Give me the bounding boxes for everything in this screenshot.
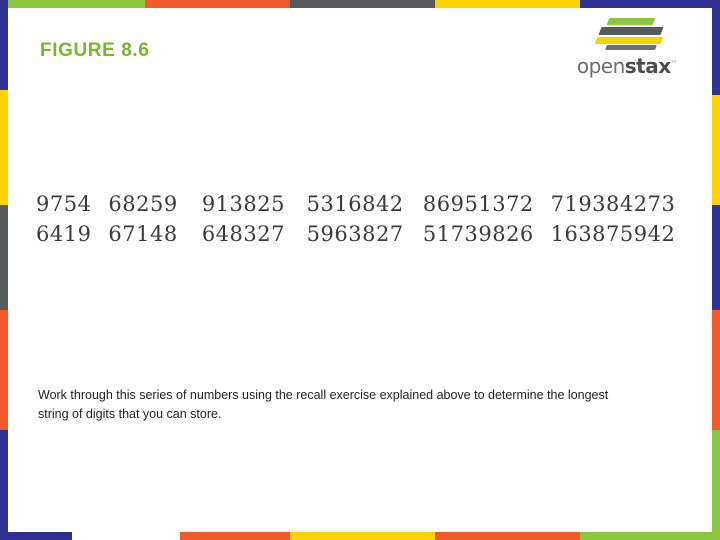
slide-content-panel	[8, 8, 712, 532]
border-segment-right-3	[712, 310, 720, 430]
logo-bar-gray2-icon	[605, 45, 657, 50]
number-cell: 9754	[36, 192, 92, 216]
number-cell: 5963827	[306, 222, 404, 246]
border-segment-bottom-0	[0, 532, 72, 540]
border-segment-left-2	[0, 205, 8, 310]
number-cell: 5316842	[306, 192, 404, 216]
figure-title: FIGURE 8.6	[40, 40, 150, 61]
border-segment-left-4	[0, 430, 8, 540]
number-row: 6419 67148 648327 5963827 51739826 163875942	[36, 222, 684, 246]
border-segment-left-3	[0, 310, 8, 430]
number-row: 9754 68259 913825 5316842 86951372 719384273	[36, 192, 684, 216]
logo-text-stax: stax	[624, 54, 671, 78]
number-cell: 163875942	[550, 222, 676, 246]
logo-bar-green-icon	[606, 18, 656, 25]
number-cell: 913825	[201, 192, 285, 216]
number-cell: 648327	[201, 222, 285, 246]
openstax-logo: openstax™	[574, 16, 680, 82]
number-grid: 9754 68259 913825 5316842 86951372 719384273 6…	[36, 192, 684, 252]
border-segment-bottom-4	[435, 532, 580, 540]
border-segment-top-3	[435, 0, 580, 8]
border-segment-right-1	[712, 95, 720, 205]
slide-root: FIGURE 8.6 openstax™ 9754 68259 913825 5316…	[0, 0, 720, 540]
logo-bar-yellow-icon	[594, 37, 664, 44]
border-segment-top-1	[145, 0, 290, 8]
number-cell: 68259	[108, 192, 178, 216]
border-segment-bottom-3	[290, 532, 435, 540]
number-cell: 67148	[108, 222, 178, 246]
number-cell: 51739826	[422, 222, 534, 246]
border-segment-bottom-1	[72, 532, 180, 540]
openstax-logo-mark	[592, 16, 672, 52]
logo-bar-gray-icon	[598, 27, 664, 35]
border-segment-bottom-2	[180, 532, 290, 540]
logo-text-open: open	[576, 54, 625, 78]
figure-caption: Work through this series of numbers usin…	[38, 388, 609, 421]
number-cell: 86951372	[422, 192, 534, 216]
openstax-logo-text: openstax™	[574, 54, 680, 78]
border-segment-right-2	[712, 205, 720, 310]
border-segment-right-4	[712, 430, 720, 540]
border-segment-top-0	[0, 0, 145, 8]
border-segment-left-1	[0, 90, 8, 205]
border-segment-left-0	[0, 0, 8, 90]
border-segment-bottom-5	[580, 532, 720, 540]
number-cell: 719384273	[550, 192, 676, 216]
number-cell: 6419	[36, 222, 92, 246]
border-segment-top-4	[580, 0, 720, 8]
border-segment-top-2	[290, 0, 435, 8]
logo-trademark: ™	[670, 59, 678, 68]
border-segment-right-0	[712, 0, 720, 95]
